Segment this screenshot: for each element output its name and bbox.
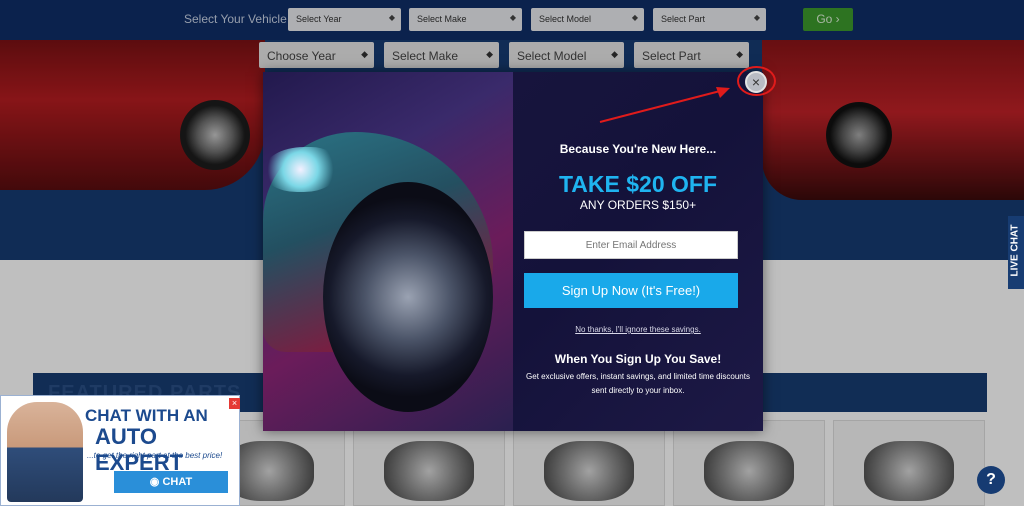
chat-button[interactable]: ◉ CHAT — [114, 471, 228, 493]
live-chat-label: LIVE CHAT — [1009, 224, 1021, 277]
modal-save-description: Get exclusive offers, instant savings, a… — [526, 372, 750, 395]
car-headlight-image — [263, 147, 338, 192]
chat-widget-close-button[interactable]: × — [229, 398, 240, 409]
modal-offer: TAKE $20 OFF — [558, 171, 718, 197]
live-chat-tab[interactable]: LIVE CHAT — [1008, 216, 1024, 289]
agent-photo — [7, 402, 83, 502]
email-input[interactable] — [524, 231, 738, 259]
help-button[interactable]: ? — [977, 466, 1005, 494]
chat-headline-2: AUTO EXPERT — [95, 424, 184, 475]
modal-intro: Because You're New Here... — [559, 142, 717, 156]
chat-bubble-icon: ◉ — [149, 476, 163, 488]
modal-offer-condition: ANY ORDERS $150+ — [579, 198, 697, 212]
chat-expert-widget: CHAT WITH AN AUTO EXPERT ...to get the r… — [0, 395, 240, 506]
car-wheel-image — [323, 182, 493, 412]
signup-button[interactable]: Sign Up Now (It's Free!) — [524, 273, 738, 308]
annotation-arrow-icon — [599, 87, 730, 123]
modal-car-image — [263, 72, 513, 431]
annotation-circle — [737, 66, 776, 96]
chat-button-label: CHAT — [162, 476, 193, 488]
modal-save-title: When You Sign Up You Save! — [554, 352, 722, 366]
chat-tagline: ...to get the right part at the best pri… — [87, 451, 223, 460]
chat-headline-1: CHAT WITH AN — [85, 406, 208, 425]
no-thanks-link[interactable]: No thanks, I'll ignore these savings. — [513, 325, 763, 334]
